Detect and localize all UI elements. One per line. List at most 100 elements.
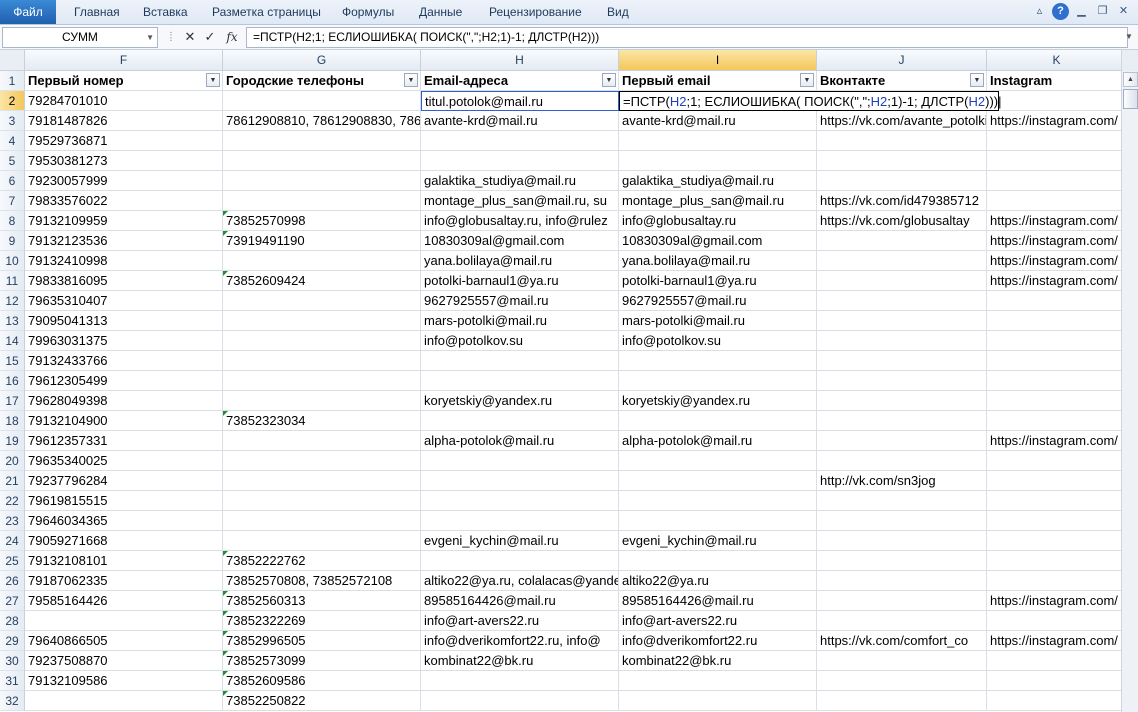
- cell-g4[interactable]: [223, 131, 421, 151]
- cell-h25[interactable]: [421, 551, 619, 571]
- cell-g26[interactable]: 73852570808, 73852572108: [223, 571, 421, 591]
- filter-dropdown-icon[interactable]: ▼: [970, 73, 984, 87]
- formula-input[interactable]: =ПСТР(H2;1; ЕСЛИОШИБКА( ПОИСК(",";H2;1)-…: [246, 27, 1128, 48]
- cell-k30[interactable]: [987, 651, 1127, 671]
- cell-j13[interactable]: [817, 311, 987, 331]
- cell-i10[interactable]: yana.bolilaya@mail.ru: [619, 251, 817, 271]
- cell-h4[interactable]: [421, 131, 619, 151]
- cell-i23[interactable]: [619, 511, 817, 531]
- cell-f6[interactable]: 79230057999: [25, 171, 223, 191]
- row-header[interactable]: 24: [0, 531, 25, 551]
- cell-i31[interactable]: [619, 671, 817, 691]
- cell-g11[interactable]: 73852609424: [223, 271, 421, 291]
- cell-k14[interactable]: [987, 331, 1127, 351]
- cell-k7[interactable]: [987, 191, 1127, 211]
- row-header[interactable]: 21: [0, 471, 25, 491]
- cell-f13[interactable]: 79095041313: [25, 311, 223, 331]
- cell-h11[interactable]: potolki-barnaul1@ya.ru: [421, 271, 619, 291]
- cell-f22[interactable]: 79619815515: [25, 491, 223, 511]
- cell-i21[interactable]: [619, 471, 817, 491]
- filter-dropdown-icon[interactable]: ▼: [404, 73, 418, 87]
- cell-i12[interactable]: 9627925557@mail.ru: [619, 291, 817, 311]
- cell-h6[interactable]: galaktika_studiya@mail.ru: [421, 171, 619, 191]
- cell-j11[interactable]: [817, 271, 987, 291]
- row-header[interactable]: 5: [0, 151, 25, 171]
- cell-f25[interactable]: 79132108101: [25, 551, 223, 571]
- cell-f18[interactable]: 79132104900: [25, 411, 223, 431]
- cell-i7[interactable]: montage_plus_san@mail.ru: [619, 191, 817, 211]
- tab-page-layout[interactable]: Разметка страницы: [212, 0, 321, 24]
- cell-i9[interactable]: 10830309al@gmail.com: [619, 231, 817, 251]
- filter-dropdown-icon[interactable]: ▼: [800, 73, 814, 87]
- tab-formulas[interactable]: Формулы: [342, 0, 394, 24]
- cell-i29[interactable]: info@dverikomfort22.ru: [619, 631, 817, 651]
- vertical-scrollbar[interactable]: ▲: [1121, 71, 1138, 712]
- cell-h13[interactable]: mars-potolki@mail.ru: [421, 311, 619, 331]
- cell-i26[interactable]: altiko22@ya.ru: [619, 571, 817, 591]
- row-header[interactable]: 19: [0, 431, 25, 451]
- cell-h18[interactable]: [421, 411, 619, 431]
- row-header[interactable]: 7: [0, 191, 25, 211]
- row-header[interactable]: 8: [0, 211, 25, 231]
- cell-g8[interactable]: 73852570998: [223, 211, 421, 231]
- column-header-k[interactable]: K: [987, 50, 1127, 71]
- cell-f12[interactable]: 79635310407: [25, 291, 223, 311]
- cell-h27[interactable]: 89585164426@mail.ru: [421, 591, 619, 611]
- cell-i13[interactable]: mars-potolki@mail.ru: [619, 311, 817, 331]
- cell-h30[interactable]: kombinat22@bk.ru: [421, 651, 619, 671]
- cell-k17[interactable]: [987, 391, 1127, 411]
- row-header[interactable]: 12: [0, 291, 25, 311]
- cell-i2-editing[interactable]: =ПСТР(H2;1; ЕСЛИОШИБКА( ПОИСК(",";H2;1)-…: [619, 91, 1002, 111]
- row-header[interactable]: 31: [0, 671, 25, 691]
- cell-h9[interactable]: 10830309al@gmail.com: [421, 231, 619, 251]
- cell-f19[interactable]: 79612357331: [25, 431, 223, 451]
- cell-k22[interactable]: [987, 491, 1127, 511]
- row-header[interactable]: 29: [0, 631, 25, 651]
- cell-f7[interactable]: 79833576022: [25, 191, 223, 211]
- header-cell[interactable]: Первый номер ▼: [25, 71, 223, 91]
- row-header[interactable]: 6: [0, 171, 25, 191]
- cell-i20[interactable]: [619, 451, 817, 471]
- help-icon[interactable]: ?: [1052, 3, 1069, 20]
- cell-k2[interactable]: [987, 91, 1127, 111]
- cell-j4[interactable]: [817, 131, 987, 151]
- cell-j17[interactable]: [817, 391, 987, 411]
- cell-h17[interactable]: koryetskiy@yandex.ru: [421, 391, 619, 411]
- cell-j12[interactable]: [817, 291, 987, 311]
- cell-j8[interactable]: https://vk.com/globusaltay: [817, 211, 987, 231]
- row-header[interactable]: 30: [0, 651, 25, 671]
- insert-function-icon[interactable]: fx: [223, 28, 241, 46]
- cell-k28[interactable]: [987, 611, 1127, 631]
- cell-g10[interactable]: [223, 251, 421, 271]
- cell-k10[interactable]: https://instagram.com/: [987, 251, 1127, 271]
- cell-f15[interactable]: 79132433766: [25, 351, 223, 371]
- row-header[interactable]: 23: [0, 511, 25, 531]
- cell-g5[interactable]: [223, 151, 421, 171]
- cell-j5[interactable]: [817, 151, 987, 171]
- cell-k23[interactable]: [987, 511, 1127, 531]
- window-close-icon[interactable]: ✕: [1115, 3, 1132, 20]
- cell-g28[interactable]: 73852322269: [223, 611, 421, 631]
- cell-f32[interactable]: [25, 691, 223, 711]
- cell-k24[interactable]: [987, 531, 1127, 551]
- cell-i16[interactable]: [619, 371, 817, 391]
- cell-g14[interactable]: [223, 331, 421, 351]
- cell-k4[interactable]: [987, 131, 1127, 151]
- cell-k19[interactable]: https://instagram.com/: [987, 431, 1127, 451]
- cell-i6[interactable]: galaktika_studiya@mail.ru: [619, 171, 817, 191]
- cell-k27[interactable]: https://instagram.com/: [987, 591, 1127, 611]
- cell-j30[interactable]: [817, 651, 987, 671]
- cell-g31[interactable]: 73852609586: [223, 671, 421, 691]
- cell-f28[interactable]: [25, 611, 223, 631]
- cell-g22[interactable]: [223, 491, 421, 511]
- cell-j19[interactable]: [817, 431, 987, 451]
- column-header-f[interactable]: F: [25, 50, 223, 71]
- cell-h10[interactable]: yana.bolilaya@mail.ru: [421, 251, 619, 271]
- cell-i24[interactable]: evgeni_kychin@mail.ru: [619, 531, 817, 551]
- header-cell[interactable]: Instagram: [987, 71, 1127, 91]
- cell-k8[interactable]: https://instagram.com/: [987, 211, 1127, 231]
- header-cell[interactable]: Вконтакте ▼: [817, 71, 987, 91]
- cell-g25[interactable]: 73852222762: [223, 551, 421, 571]
- cell-g15[interactable]: [223, 351, 421, 371]
- cell-f11[interactable]: 79833816095: [25, 271, 223, 291]
